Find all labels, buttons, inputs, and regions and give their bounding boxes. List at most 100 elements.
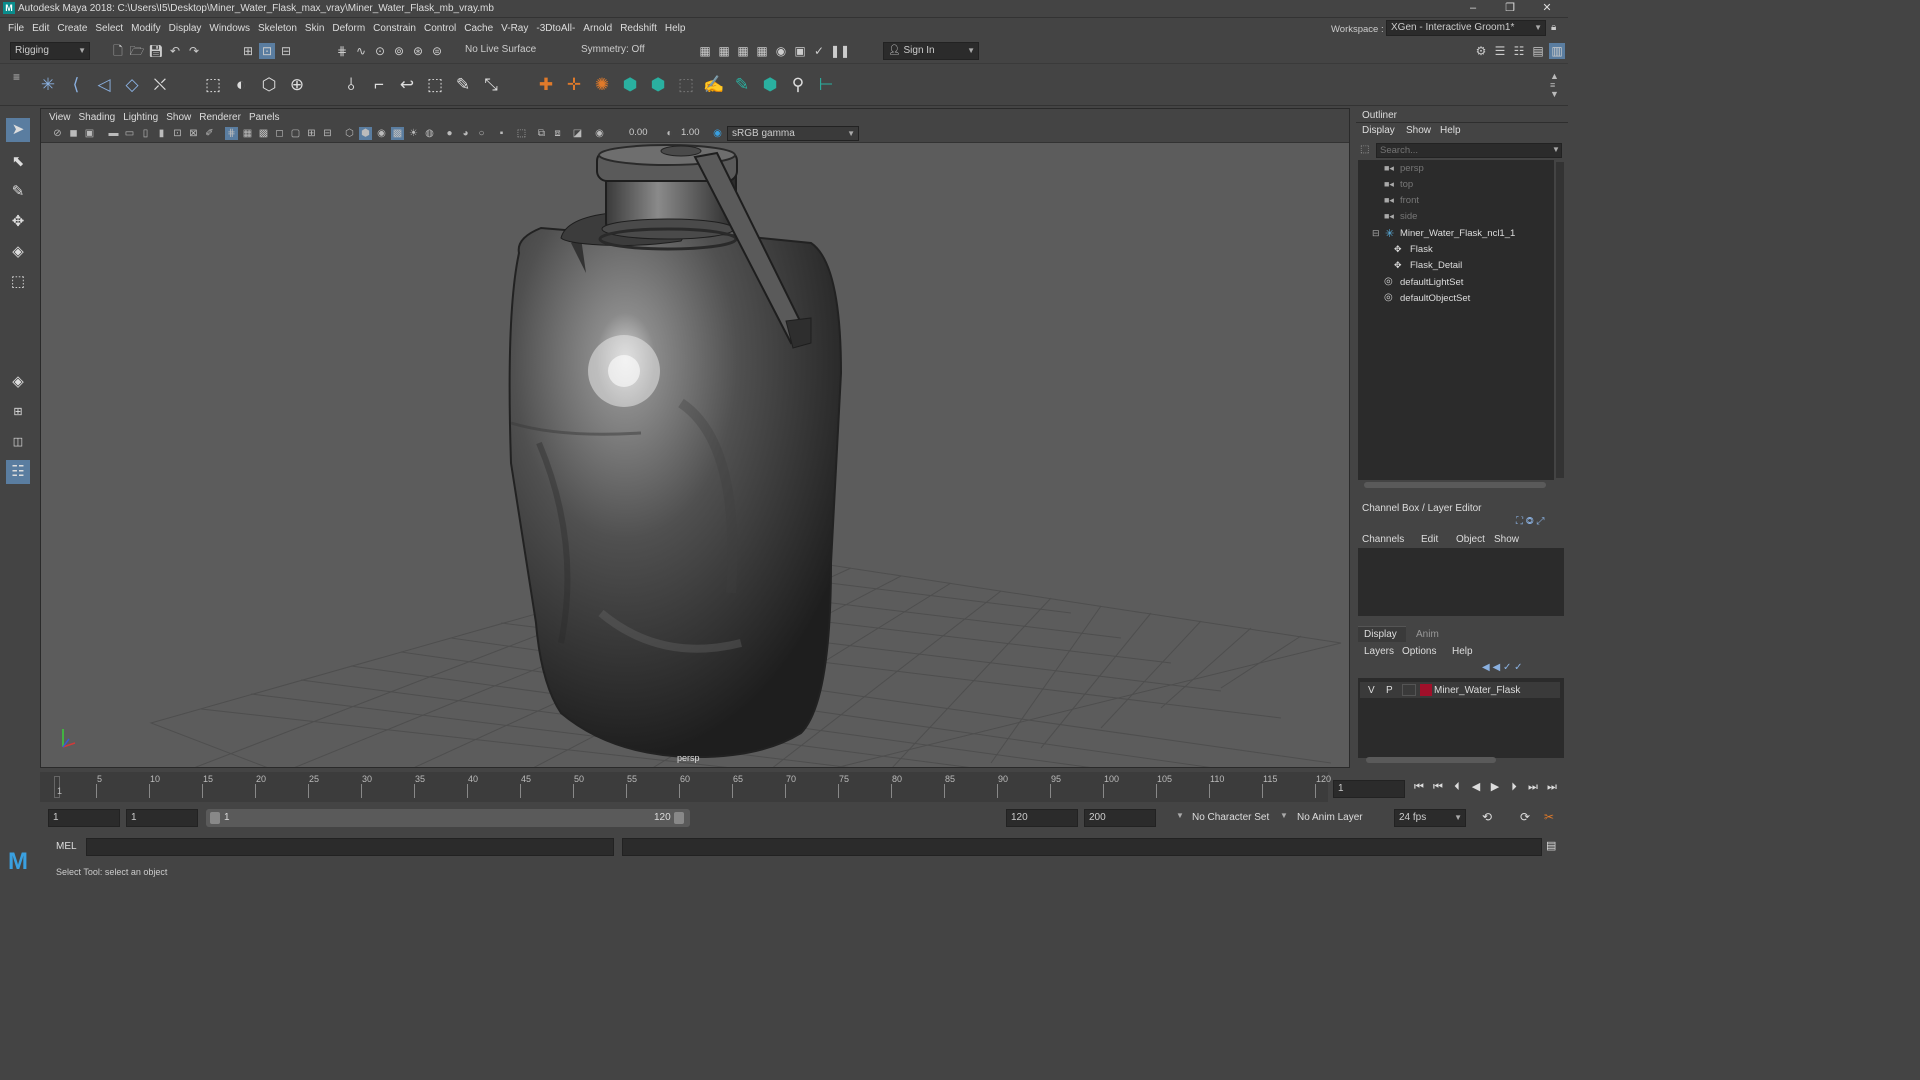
viewport-menu-lighting[interactable]: Lighting xyxy=(123,112,158,123)
channel-box-icon[interactable]: ▤ xyxy=(1530,43,1546,59)
menu-file[interactable]: File xyxy=(8,23,24,34)
paint-weights-icon[interactable]: ✎ xyxy=(452,74,474,96)
bind-skin-icon[interactable]: ⬚ xyxy=(202,74,224,96)
current-frame-field[interactable]: 1 xyxy=(1333,780,1405,798)
xray-joints-icon[interactable]: ⊟ xyxy=(321,127,334,140)
textured-icon[interactable]: ⬢ xyxy=(359,127,372,140)
snap-view-icon[interactable]: ⊚ xyxy=(391,43,407,59)
symmetry-dropdown[interactable]: Symmetry: Off xyxy=(577,42,657,60)
channel-menu-object[interactable]: Object xyxy=(1456,534,1485,545)
live-surface-field[interactable]: No Live Surface xyxy=(461,42,541,60)
menu-select[interactable]: Select xyxy=(95,23,123,34)
outliner-vscrollbar[interactable] xyxy=(1556,162,1564,478)
channel-box-tools-icon[interactable]: ⛶ ◎ ⤢ xyxy=(1516,516,1545,527)
channel-menu-edit[interactable]: Edit xyxy=(1421,534,1438,545)
lock-icon[interactable]: 🔒︎ xyxy=(1551,22,1556,33)
layer-reference-toggle[interactable] xyxy=(1402,684,1416,696)
wireframe-shaded-icon[interactable]: ◻ xyxy=(273,127,286,140)
shadows-icon[interactable]: ▩ xyxy=(391,127,404,140)
pole-vector-icon[interactable]: ✍ xyxy=(703,74,725,96)
exposure-icon[interactable]: ◉ xyxy=(593,127,606,140)
redo-icon[interactable]: ↷ xyxy=(186,43,202,59)
render-settings-icon[interactable]: ▦ xyxy=(754,43,770,59)
command-language-label[interactable]: MEL xyxy=(56,841,77,852)
snap-curve-icon[interactable]: ∿ xyxy=(353,43,369,59)
lasso-tool-icon[interactable]: ⬉ xyxy=(6,150,30,174)
normal-constraint-icon[interactable]: ✎ xyxy=(731,74,753,96)
script-editor-icon[interactable]: ▤ xyxy=(1546,839,1556,852)
exposure-value[interactable]: 0.00 xyxy=(629,127,648,138)
image-plane-icon[interactable]: ▣ xyxy=(83,127,96,140)
safe-action-icon[interactable]: ⊡ xyxy=(171,127,184,140)
step-forward-key-icon[interactable]: ⏭ xyxy=(1526,780,1540,794)
menu-windows[interactable]: Windows xyxy=(209,23,250,34)
workspace-dropdown[interactable]: XGen - Interactive Groom1* ▼ xyxy=(1386,20,1546,36)
channel-box-list[interactable] xyxy=(1358,548,1564,616)
sculpt-deformer-icon[interactable]: ⬚ xyxy=(424,74,446,96)
bookmark-icon[interactable]: ◼ xyxy=(67,127,80,140)
create-joint-icon[interactable]: ✳ xyxy=(37,74,59,96)
collapse-icon[interactable]: ⊟ xyxy=(1372,228,1380,239)
snap-point-icon[interactable]: ⊙ xyxy=(372,43,388,59)
chevron-down-icon[interactable]: ▼ xyxy=(1552,145,1560,154)
viewport-menu-shading[interactable]: Shading xyxy=(79,112,116,123)
gate-mask-icon[interactable]: ▯ xyxy=(139,127,152,140)
layout-outliner-icon[interactable]: ☷ xyxy=(6,460,30,484)
wireframe-icon[interactable]: ▦ xyxy=(241,127,254,140)
menu-edit[interactable]: Edit xyxy=(32,23,49,34)
command-input[interactable] xyxy=(86,838,614,856)
viewport-panel[interactable]: View Shading Lighting Show Renderer Pane… xyxy=(40,108,1350,768)
motion-blur-icon[interactable]: ◍ xyxy=(423,127,436,140)
camera-lock-icon[interactable]: ▪ xyxy=(495,127,508,140)
layer-hscrollbar[interactable] xyxy=(1366,757,1496,763)
depth-of-field-icon[interactable]: ◕ xyxy=(459,127,472,140)
menu-cache[interactable]: Cache xyxy=(464,23,493,34)
tool-settings-icon[interactable]: ☷ xyxy=(1511,43,1527,59)
layer-menu-layers[interactable]: Layers xyxy=(1364,646,1394,657)
color-space-dropdown[interactable]: sRGB gamma ▼ xyxy=(727,126,859,141)
loop-icon[interactable]: ⟲ xyxy=(1482,810,1492,824)
pan-zoom-icon[interactable]: ✐ xyxy=(203,127,216,140)
viewport-menu-panels[interactable]: Panels xyxy=(249,112,280,123)
blend-shape-icon[interactable]: ⫰ xyxy=(340,74,362,96)
fps-dropdown[interactable]: 24 fps ▼ xyxy=(1394,809,1466,827)
wrap-deformer-icon[interactable]: ↩ xyxy=(396,74,418,96)
select-object-icon[interactable]: ⊡ xyxy=(259,43,275,59)
menu-constrain[interactable]: Constrain xyxy=(373,23,416,34)
animation-start-field[interactable]: 1 xyxy=(48,809,120,827)
layer-name[interactable]: Miner_Water_Flask xyxy=(1434,685,1520,696)
attribute-editor-icon[interactable]: ☰ xyxy=(1492,43,1508,59)
viewport-menu-show[interactable]: Show xyxy=(166,112,191,123)
frame-all-icon[interactable]: ⧉ xyxy=(535,127,548,140)
layer-menu-options[interactable]: Options xyxy=(1402,646,1436,657)
two-sided-lighting-icon[interactable]: ◪ xyxy=(571,127,584,140)
render-view-icon[interactable]: ▣ xyxy=(792,43,808,59)
tangent-constraint-icon[interactable]: ⬢ xyxy=(759,74,781,96)
outliner-menu-show[interactable]: Show xyxy=(1406,125,1431,136)
select-camera-icon[interactable]: ⬚ xyxy=(515,127,528,140)
orient-constraint-icon[interactable]: ✺ xyxy=(591,74,613,96)
outliner-search-input[interactable] xyxy=(1376,143,1562,158)
undo-icon[interactable]: ↶ xyxy=(167,43,183,59)
gamma-icon[interactable]: ◐ xyxy=(663,127,676,140)
point-constraint-icon[interactable]: ✚ xyxy=(535,74,557,96)
character-set-dropdown[interactable]: No Character Set xyxy=(1192,812,1269,823)
pause-icon[interactable]: ❚❚ xyxy=(830,43,850,59)
play-forward-icon[interactable]: ▶ xyxy=(1488,780,1502,794)
select-component-icon[interactable]: ⊟ xyxy=(278,43,294,59)
scene-view[interactable]: persp xyxy=(41,143,1349,767)
film-gate-icon[interactable]: ▬ xyxy=(107,127,120,140)
close-button[interactable]: ✕ xyxy=(1540,2,1554,14)
menu-redshift[interactable]: Redshift xyxy=(620,23,657,34)
open-scene-icon[interactable]: 🗁 xyxy=(129,43,145,59)
outliner-item-default-object-set[interactable]: defaultObjectSet xyxy=(1400,293,1470,304)
scale-tool-icon[interactable]: ⬚ xyxy=(6,270,30,294)
scale-constraint-icon[interactable]: ⬢ xyxy=(619,74,641,96)
resolution-gate-icon[interactable]: ▭ xyxy=(123,127,136,140)
chevron-down-icon[interactable]: ▼ xyxy=(1176,811,1184,820)
outliner-item-front[interactable]: front xyxy=(1400,195,1419,206)
render-icon[interactable]: ▦ xyxy=(697,43,713,59)
maximize-button[interactable]: ❐ xyxy=(1503,2,1517,14)
time-slider[interactable]: 1 5 10 15 20 25 30 35 40 45 50 55 60 65 … xyxy=(40,772,1331,802)
menu-vray[interactable]: V-Ray xyxy=(501,23,528,34)
